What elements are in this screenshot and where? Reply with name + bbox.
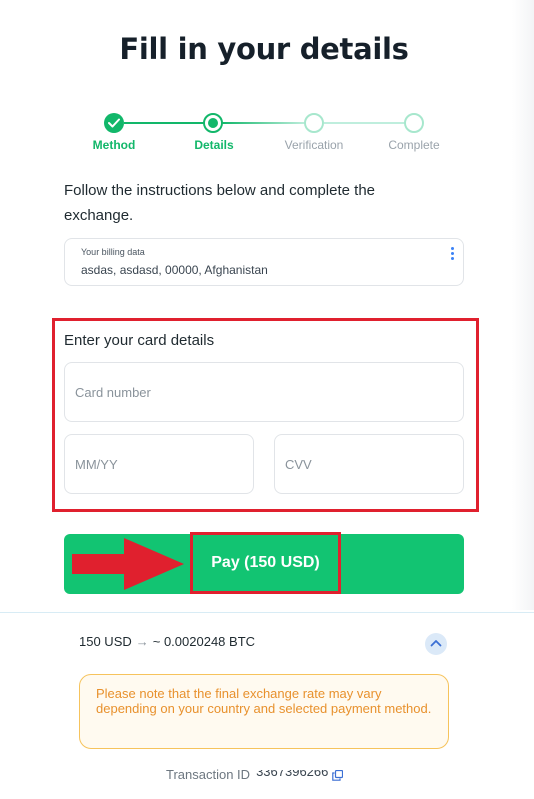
card-details-title: Enter your card details	[64, 332, 215, 349]
cvv-input[interactable]	[275, 435, 463, 493]
rate-from-amount: 150 USD	[79, 634, 132, 649]
section-divider	[0, 612, 534, 613]
instructions-text: Follow the instructions below and comple…	[64, 182, 376, 224]
red-arrow-icon	[72, 538, 184, 590]
step-label-complete: Complete	[388, 138, 440, 152]
page-title: Fill in your details	[119, 32, 409, 66]
card-number-field	[64, 362, 464, 422]
stepper-line-next	[222, 122, 306, 124]
arrow-right-icon: →	[135, 634, 149, 649]
expiry-input[interactable]	[65, 435, 253, 493]
step-verification-indicator	[304, 113, 324, 133]
step-method-check-icon	[104, 113, 124, 133]
collapse-button[interactable]	[425, 633, 447, 655]
exchange-rate-notice: Please note that the final exchange rate…	[79, 674, 449, 749]
billing-data-value: asdas, asdasd, 00000, Afghanistan	[81, 263, 268, 277]
copy-icon[interactable]	[332, 770, 344, 781]
billing-data-label: Your billing data	[81, 247, 145, 257]
progress-stepper: Method Details Verification Complete	[0, 112, 534, 157]
stepper-line-done	[124, 122, 204, 124]
exchange-rate-row: 150 USD → ~ 0.0020248 BTC	[79, 634, 255, 649]
transaction-id-label: Transaction ID	[166, 767, 251, 782]
kebab-menu-icon[interactable]	[449, 247, 455, 261]
card-number-input[interactable]	[65, 363, 463, 421]
step-complete-indicator	[404, 113, 424, 133]
billing-data-field[interactable]: Your billing data asdas, asdasd, 00000, …	[64, 238, 464, 286]
chevron-up-icon	[430, 640, 442, 647]
step-label-method: Method	[92, 138, 136, 152]
panel-edge	[512, 0, 534, 610]
card-details-section: Enter your card details	[52, 318, 479, 512]
stepper-line-todo	[324, 122, 406, 124]
expiry-field	[64, 434, 254, 494]
transaction-id-value: 3367396266	[256, 770, 329, 779]
rate-to-amount: ~ 0.0020248 BTC	[152, 634, 256, 649]
cvv-field	[274, 434, 464, 494]
step-label-verification: Verification	[284, 138, 344, 152]
step-label-details: Details	[194, 138, 234, 152]
transaction-row: Transaction ID 3367396266	[166, 767, 344, 782]
step-details-indicator	[203, 113, 223, 133]
pay-button[interactable]: Pay (150 USD)	[190, 532, 341, 594]
